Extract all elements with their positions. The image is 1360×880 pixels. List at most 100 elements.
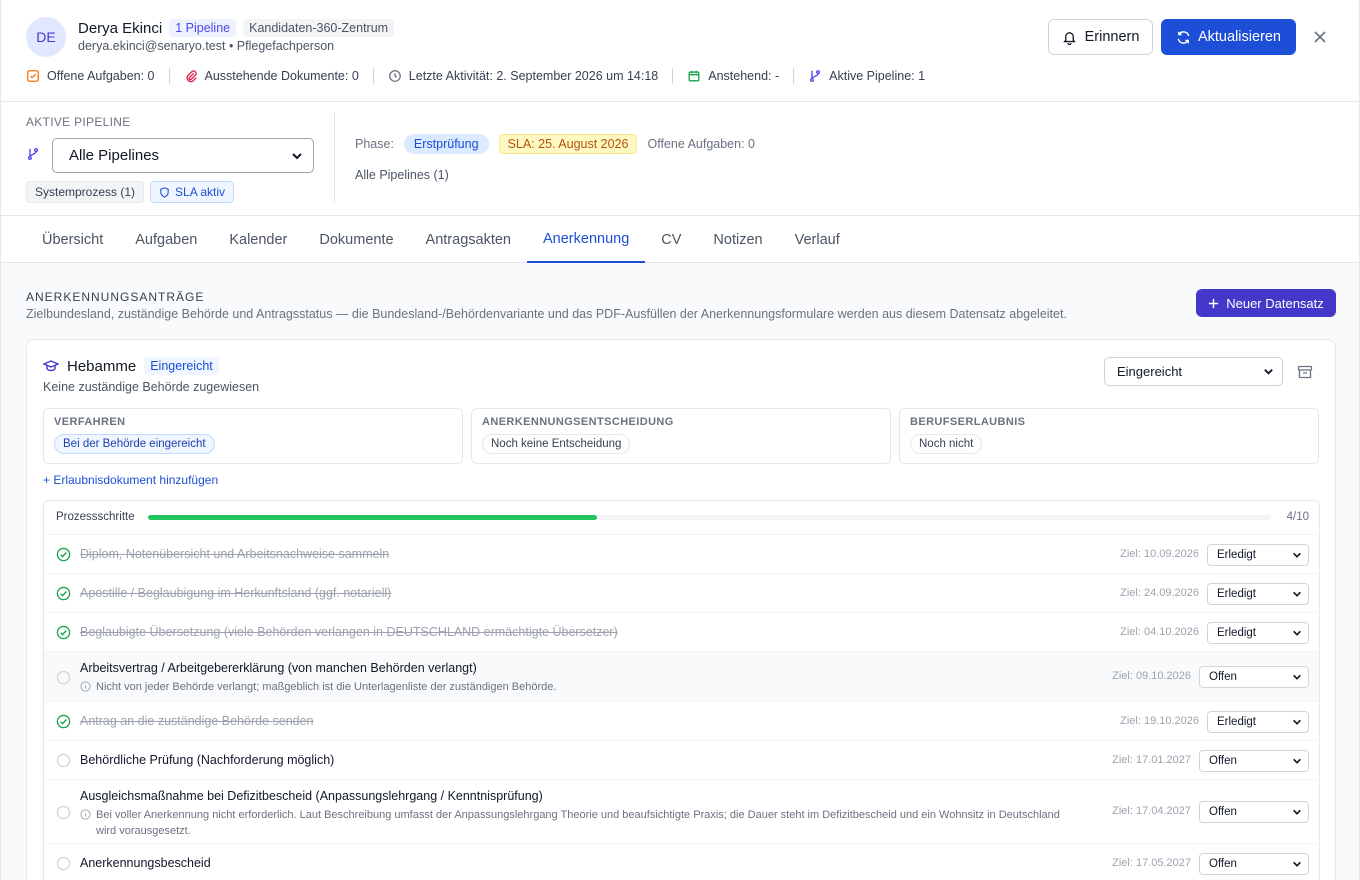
step-row: Arbeitsvertrag / Arbeitgebererklärung (v…	[44, 652, 1319, 702]
step-status-value: Erledigt	[1217, 587, 1256, 600]
step-target-date: Ziel: 24.09.2026	[1120, 586, 1199, 599]
tab-cv[interactable]: CV	[645, 216, 697, 263]
pipeline-count-badge: 1 Pipeline	[169, 19, 237, 37]
phase-open-tasks: Offene Aufgaben: 0	[647, 137, 755, 151]
step-row: Beglaubigte Übersetzung (viele Behörden …	[44, 613, 1319, 652]
recognition-content: ANERKENNUNGSANTRÄGE Zielbundesland, zust…	[1, 263, 1359, 880]
chevron-down-icon	[1293, 591, 1301, 597]
new-record-button[interactable]: Neuer Datensatz	[1196, 289, 1336, 317]
stat-open-tasks: Offene Aufgaben: 0	[26, 69, 155, 83]
tab-uebersicht[interactable]: Übersicht	[26, 216, 119, 263]
card-status-badge: Eingereicht	[144, 357, 219, 375]
decision-chip: Noch keine Entscheidung	[482, 434, 631, 454]
chevron-down-icon	[1293, 758, 1301, 764]
avatar: DE	[26, 17, 66, 57]
check-circle-icon	[56, 714, 71, 729]
close-button[interactable]	[1310, 27, 1330, 47]
stat-active-pipeline: Aktive Pipeline: 1	[808, 69, 925, 83]
pipeline-select[interactable]: Alle Pipelines	[52, 138, 314, 173]
chevron-down-icon	[1264, 369, 1273, 375]
remind-button[interactable]: Erinnern	[1048, 19, 1153, 55]
step-target-date: Ziel: 04.10.2026	[1120, 625, 1199, 638]
remind-label: Erinnern	[1084, 29, 1140, 45]
step-row: Ausgleichsmaßnahme bei Defizitbescheid (…	[44, 780, 1319, 844]
step-status-select[interactable]: Offen	[1199, 749, 1309, 772]
shield-icon	[160, 186, 169, 198]
tab-anerkennung[interactable]: Anerkennung	[527, 216, 646, 263]
candidate-panel: DE Derya Ekinci 1 Pipeline Kandidaten-36…	[0, 0, 1360, 880]
add-license-document-link[interactable]: + Erlaubnisdokument hinzufügen	[43, 473, 218, 487]
chevron-down-icon	[1293, 674, 1301, 680]
step-target-date: Ziel: 17.04.2027	[1112, 805, 1191, 817]
all-pipelines-text: Alle Pipelines (1)	[355, 168, 449, 182]
step-row: Apostille / Beglaubigung im Herkunftslan…	[44, 574, 1319, 613]
circle-icon	[56, 670, 71, 684]
paperclip-icon	[185, 70, 197, 83]
name-row: Derya Ekinci 1 Pipeline Kandidaten-360-Z…	[78, 19, 395, 37]
refresh-icon	[1177, 30, 1190, 44]
section-description: Zielbundesland, zuständige Behörde und A…	[26, 307, 1067, 321]
clock-icon	[388, 70, 401, 82]
procedure-label: VERFAHREN	[54, 416, 126, 428]
license-chip: Noch nicht	[910, 434, 983, 454]
tab-bar: Übersicht Aufgaben Kalender Dokumente An…	[1, 216, 1359, 263]
sla-active-label: SLA aktiv	[175, 185, 226, 199]
step-target-date: Ziel: 10.09.2026	[1120, 547, 1199, 560]
step-title: Behördliche Prüfung (Nachforderung mögli…	[80, 752, 335, 767]
circle-icon	[56, 805, 71, 819]
step-note-text: Bei voller Anerkennung nicht erforderlic…	[96, 809, 1060, 837]
step-status-select[interactable]: Erledigt	[1207, 621, 1309, 644]
close-icon	[1314, 31, 1326, 43]
step-note: Bei voller Anerkennung nicht erforderlic…	[80, 807, 1070, 839]
refresh-button[interactable]: Aktualisieren	[1161, 19, 1296, 55]
step-target-date: Ziel: 09.10.2026	[1112, 670, 1191, 682]
step-row: Behördliche Prüfung (Nachforderung mögli…	[44, 741, 1319, 780]
stat-open-tasks-text: Offene Aufgaben: 0	[47, 69, 155, 83]
tab-antragsakten[interactable]: Antragsakten	[410, 216, 527, 263]
procedure-chip: Bei der Behörde eingereicht	[54, 434, 215, 454]
step-target-date: Ziel: 17.05.2027	[1112, 856, 1191, 869]
step-row: Anerkennungsbescheid Ziel: 17.05.2027 Offe…	[44, 844, 1319, 880]
phase-label: Phase:	[355, 137, 394, 151]
step-title: Beglaubigte Übersetzung (viele Behörden …	[80, 624, 618, 639]
step-status-select[interactable]: Offen	[1199, 801, 1309, 823]
stat-upcoming: Anstehend: -	[687, 69, 779, 83]
steps-header: Prozessschritte 4/10	[44, 501, 1319, 535]
tab-dokumente[interactable]: Dokumente	[303, 216, 409, 263]
step-title: Anerkennungsbescheid	[80, 855, 211, 870]
stat-active-pipeline-text: Aktive Pipeline: 1	[829, 69, 926, 83]
step-status-value: Offen	[1209, 671, 1237, 683]
card-status-select-value: Eingereicht	[1117, 364, 1183, 379]
git-branch-icon	[27, 148, 39, 160]
step-target-date: Ziel: 17.01.2027	[1112, 753, 1191, 766]
step-status-value: Erledigt	[1217, 715, 1256, 728]
chevron-down-icon	[1293, 552, 1301, 558]
sla-active-tag: SLA aktiv	[150, 181, 235, 203]
check-circle-icon	[56, 586, 71, 601]
stat-pending-docs: Ausstehende Dokumente: 0	[184, 69, 359, 83]
card-status-select[interactable]: Eingereicht	[1104, 357, 1283, 386]
archive-icon[interactable]	[1297, 364, 1313, 380]
step-status-select[interactable]: Offen	[1199, 852, 1309, 875]
tab-kalender[interactable]: Kalender	[213, 216, 303, 263]
tab-aufgaben[interactable]: Aufgaben	[119, 216, 213, 263]
step-status-value: Offen	[1209, 857, 1237, 870]
tab-verlauf[interactable]: Verlauf	[779, 216, 856, 263]
step-status-select[interactable]: Erledigt	[1207, 543, 1309, 566]
step-status-select[interactable]: Erledigt	[1207, 710, 1309, 733]
tab-notizen[interactable]: Notizen	[697, 216, 778, 263]
step-status-select[interactable]: Erledigt	[1207, 582, 1309, 605]
license-box: BERUFSERLAUBNIS Noch nicht	[899, 408, 1319, 464]
checkbox-icon	[27, 70, 39, 82]
stat-last-activity: Letzte Aktivität: 2. September 2026 um 1…	[388, 69, 658, 83]
step-title: Arbeitsvertrag / Arbeitgebererklärung (v…	[80, 661, 477, 675]
section-title: ANERKENNUNGSANTRÄGE	[26, 290, 205, 304]
git-branch-icon	[810, 70, 821, 82]
decision-label: ANERKENNUNGSENTSCHEIDUNG	[482, 416, 674, 428]
step-status-value: Erledigt	[1217, 548, 1256, 561]
step-status-select[interactable]: Offen	[1199, 666, 1309, 688]
system-process-tag: Systemprozess (1)	[26, 181, 145, 203]
center-badge: Kandidaten-360-Zentrum	[243, 19, 395, 37]
card-subtitle: Keine zuständige Behörde zugewiesen	[43, 380, 260, 394]
phase-row: Phase: Erstprüfung SLA: 25. August 2026 …	[355, 134, 755, 154]
